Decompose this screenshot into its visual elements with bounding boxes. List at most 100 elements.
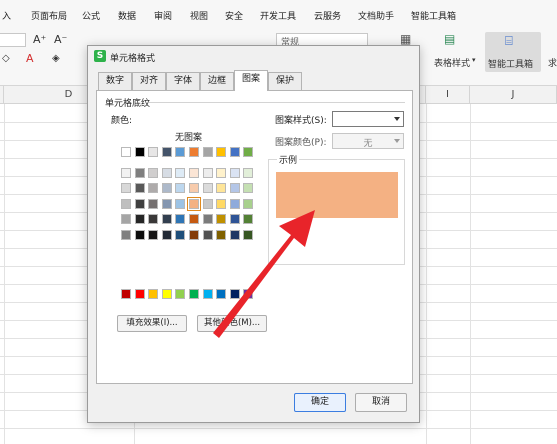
color-swatch[interactable] bbox=[148, 214, 159, 225]
color-swatch[interactable] bbox=[121, 229, 131, 240]
color-swatch[interactable] bbox=[216, 183, 227, 194]
table-style-dropdown-icon[interactable]: ▾ bbox=[472, 56, 476, 64]
color-swatch[interactable] bbox=[189, 183, 199, 194]
color-swatch[interactable] bbox=[148, 183, 159, 194]
format-icon[interactable]: ▤ bbox=[444, 32, 455, 46]
color-swatch[interactable] bbox=[229, 289, 240, 299]
color-swatch[interactable] bbox=[161, 229, 172, 240]
color-swatch[interactable] bbox=[229, 147, 240, 157]
column-header-i[interactable]: I bbox=[426, 86, 470, 104]
color-swatch[interactable] bbox=[229, 183, 240, 194]
color-swatch[interactable] bbox=[202, 214, 213, 225]
menu-page-layout[interactable]: 页面布局 bbox=[31, 9, 67, 22]
color-swatch[interactable] bbox=[189, 147, 199, 157]
tab-patterns[interactable]: 图案 bbox=[234, 70, 268, 91]
color-swatch[interactable] bbox=[202, 168, 213, 178]
color-swatch[interactable] bbox=[175, 214, 186, 225]
color-swatch[interactable] bbox=[148, 198, 159, 209]
no-pattern-option[interactable]: 无图案 bbox=[175, 130, 202, 143]
menu-doc-assistant[interactable]: 文档助手 bbox=[358, 9, 394, 22]
color-swatch[interactable] bbox=[189, 168, 199, 178]
column-header-j[interactable]: J bbox=[470, 86, 557, 104]
color-swatch[interactable] bbox=[175, 289, 186, 299]
tab-alignment[interactable]: 对齐 bbox=[132, 72, 166, 90]
color-swatch[interactable] bbox=[134, 214, 145, 225]
font-size-box[interactable] bbox=[0, 33, 26, 47]
menu-cloud[interactable]: 云服务 bbox=[314, 9, 341, 22]
fill-effects-button[interactable]: 填充效果(I)... bbox=[117, 315, 187, 332]
color-swatch[interactable] bbox=[243, 214, 254, 225]
color-swatch[interactable] bbox=[134, 289, 145, 299]
color-swatch[interactable] bbox=[189, 214, 199, 225]
color-swatch[interactable] bbox=[134, 198, 145, 209]
color-swatch[interactable] bbox=[134, 229, 145, 240]
color-swatch[interactable] bbox=[202, 147, 213, 157]
color-swatch[interactable] bbox=[121, 147, 131, 157]
color-swatch[interactable] bbox=[134, 183, 145, 194]
fill-color-icon[interactable]: ◇ bbox=[2, 53, 10, 64]
color-swatch[interactable] bbox=[161, 214, 172, 225]
color-swatch[interactable] bbox=[216, 214, 227, 225]
color-swatch[interactable] bbox=[175, 183, 186, 194]
color-swatch[interactable] bbox=[229, 198, 240, 209]
tab-number[interactable]: 数字 bbox=[98, 72, 132, 90]
menu-data[interactable]: 数据 bbox=[118, 9, 136, 22]
menu-insert[interactable]: 入 bbox=[2, 9, 11, 22]
color-swatch[interactable] bbox=[134, 168, 145, 178]
color-swatch[interactable] bbox=[161, 183, 172, 194]
more-colors-button[interactable]: 其他颜色(M)... bbox=[197, 315, 267, 332]
font-color-icon[interactable]: A bbox=[26, 52, 34, 65]
menu-security[interactable]: 安全 bbox=[225, 9, 243, 22]
table-style-button[interactable]: 表格样式 bbox=[434, 56, 470, 69]
color-swatch[interactable] bbox=[161, 147, 172, 157]
smart-toolbox-button[interactable]: ⌸ 智能工具箱 bbox=[485, 32, 541, 72]
color-swatch[interactable] bbox=[216, 198, 227, 209]
color-swatch[interactable] bbox=[216, 147, 227, 157]
color-swatch[interactable] bbox=[148, 147, 159, 157]
color-swatch[interactable] bbox=[216, 289, 227, 299]
color-swatch[interactable] bbox=[229, 168, 240, 178]
color-swatch[interactable] bbox=[243, 229, 254, 240]
color-swatch[interactable] bbox=[229, 214, 240, 225]
color-swatch[interactable] bbox=[175, 229, 186, 240]
color-swatch[interactable] bbox=[229, 229, 240, 240]
color-swatch[interactable] bbox=[216, 168, 227, 178]
menu-view[interactable]: 视图 bbox=[190, 9, 208, 22]
color-swatch[interactable] bbox=[121, 214, 131, 225]
color-swatch[interactable] bbox=[243, 183, 254, 194]
dialog-title-bar[interactable]: S 单元格格式 bbox=[88, 46, 419, 66]
ribbon-right-edge-label[interactable]: 求 bbox=[548, 56, 557, 69]
font-shrink-icon[interactable]: A⁻ bbox=[54, 33, 67, 46]
color-swatch[interactable] bbox=[189, 229, 199, 240]
color-swatch[interactable] bbox=[202, 229, 213, 240]
color-swatch[interactable] bbox=[202, 289, 213, 299]
color-swatch[interactable] bbox=[161, 289, 172, 299]
menu-smart-toolbox[interactable]: 智能工具箱 bbox=[411, 9, 456, 22]
color-swatch[interactable] bbox=[243, 147, 254, 157]
tab-border[interactable]: 边框 bbox=[200, 72, 234, 90]
clear-format-icon[interactable]: ◈ bbox=[52, 53, 60, 64]
color-swatch[interactable] bbox=[161, 198, 172, 209]
color-swatch[interactable] bbox=[243, 198, 254, 209]
color-swatch[interactable] bbox=[243, 289, 254, 299]
table-style-icon[interactable]: ▦ bbox=[400, 32, 411, 46]
color-swatch[interactable] bbox=[121, 168, 131, 178]
pattern-style-select[interactable] bbox=[332, 111, 404, 127]
menu-developer[interactable]: 开发工具 bbox=[260, 9, 296, 22]
menu-formulas[interactable]: 公式 bbox=[82, 9, 100, 22]
color-swatch[interactable] bbox=[216, 229, 227, 240]
font-grow-icon[interactable]: A⁺ bbox=[33, 33, 46, 46]
tab-protection[interactable]: 保护 bbox=[268, 72, 302, 90]
color-swatch[interactable] bbox=[121, 289, 131, 299]
tab-font[interactable]: 字体 bbox=[166, 72, 200, 90]
pattern-color-select[interactable]: 无 bbox=[332, 133, 404, 149]
color-swatch[interactable] bbox=[148, 229, 159, 240]
color-swatch[interactable] bbox=[175, 168, 186, 178]
cancel-button[interactable]: 取消 bbox=[355, 393, 407, 412]
color-swatch[interactable] bbox=[243, 168, 254, 178]
color-swatch[interactable] bbox=[202, 183, 213, 194]
color-swatch[interactable] bbox=[121, 198, 131, 209]
color-swatch[interactable] bbox=[161, 168, 172, 178]
color-swatch[interactable] bbox=[187, 196, 201, 211]
color-swatch[interactable] bbox=[148, 289, 159, 299]
